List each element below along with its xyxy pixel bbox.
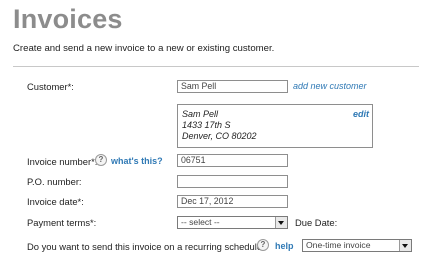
po-number-label: P.O. number: [27, 176, 82, 187]
payment-terms-select[interactable]: -- select -- [177, 216, 288, 229]
whats-this-link[interactable]: what's this? [111, 156, 163, 166]
invoice-date-label: Invoice date*: [27, 196, 84, 207]
divider [13, 66, 419, 67]
invoice-date-input[interactable]: Dec 17, 2012 [177, 195, 288, 208]
po-number-input[interactable] [177, 175, 288, 188]
payment-terms-label: Payment terms*: [27, 217, 97, 228]
recurring-value: One-time invoice [306, 240, 371, 250]
address-city: Denver, CO 80202 [182, 131, 257, 141]
address-name: Sam Pell [182, 109, 219, 119]
invoice-number-input[interactable]: 06751 [177, 154, 288, 167]
add-new-customer-link[interactable]: add new customer [293, 81, 367, 91]
payment-terms-value: -- select -- [181, 217, 220, 227]
help-icon[interactable]: ? [95, 154, 107, 166]
customer-label: Customer*: [27, 81, 74, 92]
edit-address-link[interactable]: edit [353, 109, 369, 119]
page-title: Invoices [13, 4, 123, 34]
invoice-number-label: Invoice number*: [27, 156, 98, 167]
address-street: 1433 17th S [182, 120, 231, 130]
due-date-label: Due Date: [295, 217, 338, 228]
page-subtitle: Create and send a new invoice to a new o… [13, 43, 275, 54]
recurring-help-link[interactable]: help [275, 241, 294, 251]
customer-input[interactable]: Sam Pell [177, 80, 288, 93]
chevron-down-icon[interactable] [399, 240, 411, 251]
customer-address-box: Sam Pell 1433 17th S Denver, CO 80202 ed… [177, 104, 373, 148]
chevron-down-icon[interactable] [275, 217, 287, 228]
recurring-select[interactable]: One-time invoice [302, 239, 412, 252]
recurring-question: Do you want to send this invoice on a re… [27, 241, 268, 252]
help-icon[interactable]: ? [257, 239, 269, 251]
